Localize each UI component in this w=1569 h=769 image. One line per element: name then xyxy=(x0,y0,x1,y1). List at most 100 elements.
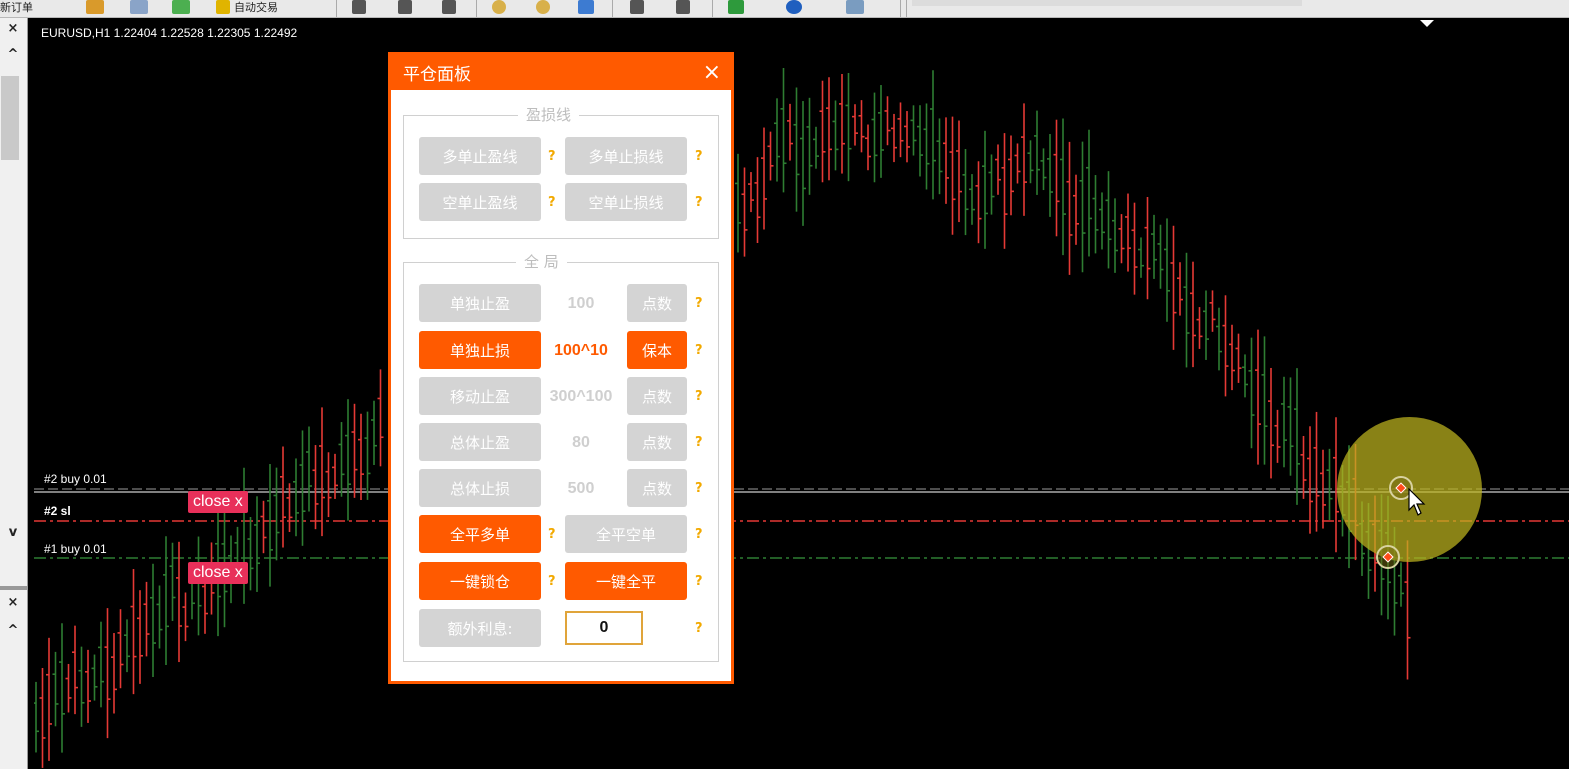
single-sl-value[interactable]: 100^10 xyxy=(541,342,621,360)
short-tp-line-button[interactable]: 空单止盈线 xyxy=(419,183,541,221)
price-bar xyxy=(1203,290,1209,360)
tile-windows-icon[interactable] xyxy=(578,0,594,16)
single-sl-button[interactable]: 单独止损 xyxy=(419,331,541,369)
help-icon[interactable]: ? xyxy=(548,195,556,210)
price-bar xyxy=(819,80,826,183)
scroll-up-icon[interactable]: ^ xyxy=(2,46,24,64)
help-icon[interactable]: ? xyxy=(695,195,703,210)
help-icon[interactable]: ? xyxy=(548,149,556,164)
help-icon[interactable]: ? xyxy=(695,435,703,450)
price-bar xyxy=(254,496,260,592)
panel-header[interactable]: 平仓面板 × xyxy=(391,55,731,90)
price-bar xyxy=(1268,367,1274,479)
close-all-long-button[interactable]: 全平多单 xyxy=(419,515,541,553)
trailing-stop-value[interactable]: 300^100 xyxy=(541,388,621,406)
autoscroll-icon[interactable] xyxy=(676,0,690,16)
price-bar xyxy=(364,411,371,500)
total-tp-unit-button[interactable]: 点数 xyxy=(627,423,687,461)
price-bar xyxy=(1086,129,1092,257)
price-bar xyxy=(1183,252,1190,368)
help-icon[interactable]: ? xyxy=(695,574,703,589)
price-bar xyxy=(956,120,962,223)
total-sl-value[interactable]: 500 xyxy=(541,480,621,498)
price-bar xyxy=(787,103,793,161)
price-bar xyxy=(1118,214,1125,264)
breakeven-button[interactable]: 保本 xyxy=(627,331,687,369)
scroll-up-bottom-icon[interactable]: ^ xyxy=(2,622,24,640)
price-bar xyxy=(1092,175,1099,254)
price-bar xyxy=(1326,448,1333,521)
trailing-stop-button[interactable]: 移动止盈 xyxy=(419,377,541,415)
indicators-icon[interactable] xyxy=(728,0,744,16)
close-icon[interactable]: × xyxy=(703,60,721,85)
help-icon[interactable]: ? xyxy=(695,527,703,542)
panel-divider[interactable] xyxy=(0,586,28,590)
close-all-button[interactable]: 一键全平 xyxy=(565,562,687,600)
total-sl-unit-button[interactable]: 点数 xyxy=(627,469,687,507)
new-order-button[interactable]: 新订单 xyxy=(0,0,33,16)
zoom-out-icon[interactable] xyxy=(536,0,550,16)
chart-shift-icon[interactable] xyxy=(630,0,644,16)
price-bar xyxy=(1060,118,1066,256)
close-order-2-button[interactable]: close x xyxy=(188,491,248,513)
help-icon[interactable]: ? xyxy=(695,621,703,636)
autotrading-button[interactable]: 自动交易 xyxy=(216,0,278,16)
total-tp-button[interactable]: 总体止盈 xyxy=(419,423,541,461)
price-bar xyxy=(52,651,59,727)
order-point-marker[interactable] xyxy=(1376,545,1400,569)
price-bar xyxy=(1021,103,1027,216)
price-bar xyxy=(1112,198,1118,273)
scrollbar-thumb[interactable] xyxy=(1,76,19,160)
chart-shift-marker[interactable] xyxy=(1420,20,1434,27)
price-bar xyxy=(137,590,143,684)
single-tp-button[interactable]: 单独止盈 xyxy=(419,284,541,322)
short-sl-line-button[interactable]: 空单止损线 xyxy=(565,183,687,221)
price-bar xyxy=(923,103,930,190)
total-sl-button[interactable]: 总体止损 xyxy=(419,469,541,507)
close-order-1-button[interactable]: close x xyxy=(188,562,248,584)
help-icon[interactable]: ? xyxy=(695,149,703,164)
long-sl-line-button[interactable]: 多单止损线 xyxy=(565,137,687,175)
templates-icon[interactable] xyxy=(846,0,864,16)
candle-chart-icon[interactable] xyxy=(398,0,412,16)
price-bar xyxy=(735,153,741,253)
help-icon[interactable]: ? xyxy=(548,574,556,589)
price-bar xyxy=(982,130,988,249)
help-icon[interactable]: ? xyxy=(695,296,703,311)
help-icon[interactable]: ? xyxy=(695,389,703,404)
left-panel: × ^ v × ^ xyxy=(0,18,28,769)
price-bar xyxy=(930,70,936,200)
extra-interest-input[interactable] xyxy=(565,611,643,645)
data-window-icon[interactable] xyxy=(130,0,148,16)
periods-icon[interactable] xyxy=(786,0,802,16)
bar-chart-icon[interactable] xyxy=(352,0,366,16)
price-bar xyxy=(1151,214,1157,279)
trailing-unit-button[interactable]: 点数 xyxy=(627,377,687,415)
price-chart[interactable]: EURUSD,H1 1.22404 1.22528 1.22305 1.2249… xyxy=(34,18,1569,769)
close-panel-bottom-icon[interactable]: × xyxy=(2,594,24,612)
price-bar xyxy=(273,467,280,561)
price-bar xyxy=(1014,143,1021,184)
line-chart-icon[interactable] xyxy=(442,0,456,16)
total-tp-value[interactable]: 80 xyxy=(541,434,621,452)
navigator-icon[interactable] xyxy=(172,0,190,16)
price-bar xyxy=(865,124,871,171)
price-bar xyxy=(1313,411,1320,532)
help-icon[interactable]: ? xyxy=(695,481,703,496)
price-bar xyxy=(195,536,202,636)
close-panel-icon[interactable]: × xyxy=(2,20,24,38)
zoom-in-icon[interactable] xyxy=(492,0,506,16)
help-icon[interactable]: ? xyxy=(695,343,703,358)
close-all-short-button[interactable]: 全平空单 xyxy=(565,515,687,553)
single-tp-value[interactable]: 100 xyxy=(541,295,621,313)
price-bar xyxy=(46,637,52,761)
help-icon[interactable]: ? xyxy=(548,527,556,542)
lock-position-button[interactable]: 一键锁仓 xyxy=(419,562,541,600)
price-bar xyxy=(111,633,117,714)
single-tp-unit-button[interactable]: 点数 xyxy=(627,284,687,322)
price-bar xyxy=(748,172,754,213)
long-tp-line-button[interactable]: 多单止盈线 xyxy=(419,137,541,175)
scroll-down-icon[interactable]: v xyxy=(2,524,24,542)
market-watch-icon[interactable] xyxy=(86,0,104,16)
extra-interest-button[interactable]: 额外利息: xyxy=(419,609,541,647)
